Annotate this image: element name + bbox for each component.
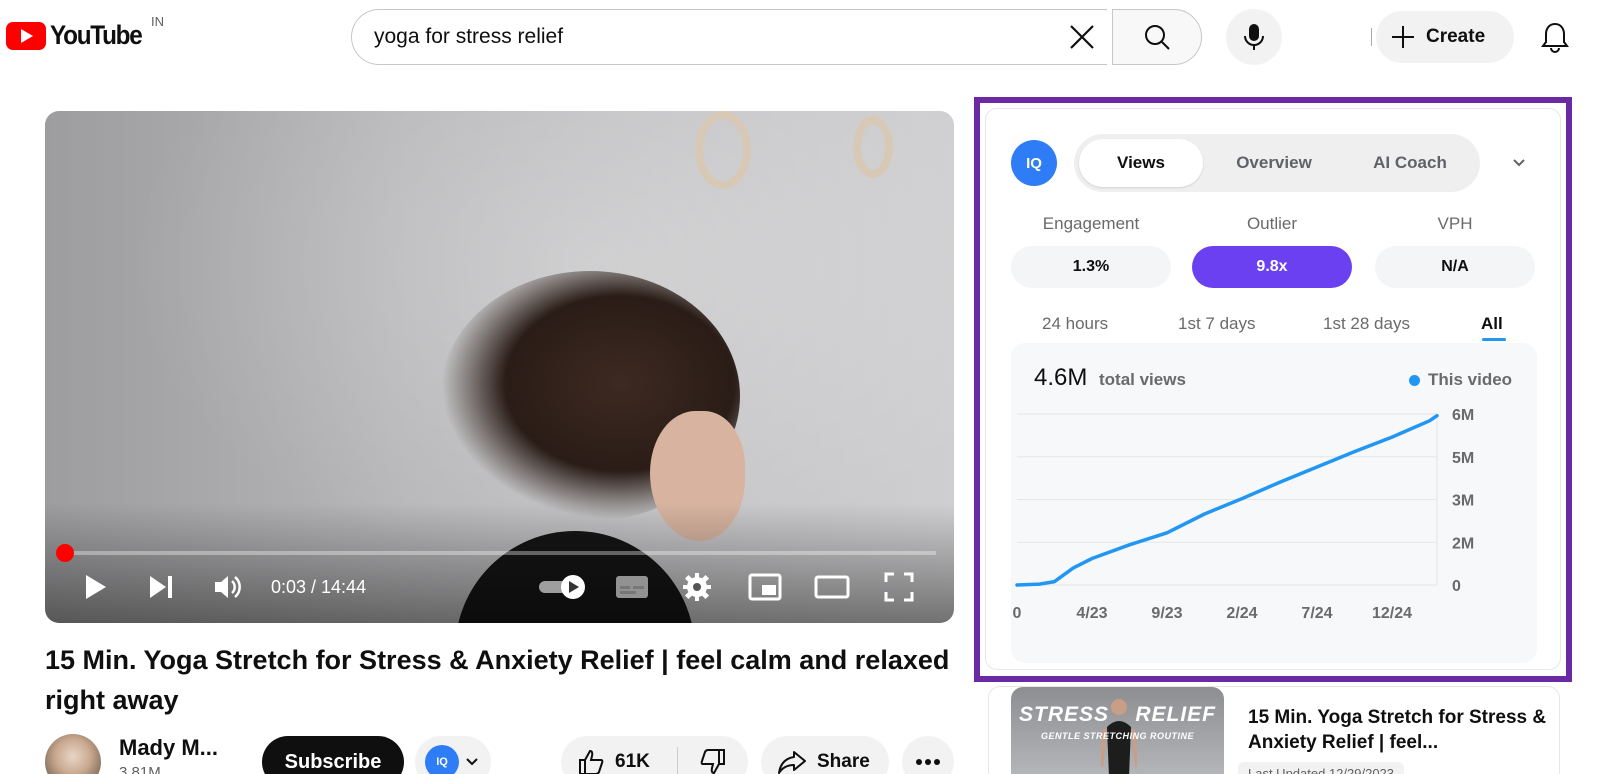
youtube-play-logo-icon <box>6 21 46 50</box>
create-label: Create <box>1426 26 1486 47</box>
metric-label-engagement: Engagement <box>1042 214 1140 233</box>
tab-overview[interactable]: Overview <box>1212 139 1336 187</box>
play-icon <box>86 575 106 599</box>
subtitles-icon <box>616 576 648 598</box>
iq-logo-icon: IQ <box>425 745 459 774</box>
time-display: 0:03 / 14:44 <box>271 577 367 597</box>
volume-button[interactable] <box>207 566 251 608</box>
thumbnail-word-right: RELIEF <box>1135 703 1216 726</box>
logo-text: YouTube <box>50 20 143 50</box>
gym-ring-left <box>695 111 751 189</box>
autoplay-toggle-icon <box>539 575 585 599</box>
volume-icon <box>215 576 241 598</box>
iq-logo-icon: IQ <box>1011 140 1057 186</box>
settings-button[interactable] <box>675 566 719 608</box>
iq-extension-button[interactable]: IQ <box>415 736 491 774</box>
range-tab-active-indicator <box>1482 338 1506 341</box>
related-video-title[interactable]: 15 Min. Yoga Stretch for Stress & Anxiet… <box>1248 705 1548 755</box>
metric-value-outlier[interactable]: 9.8x <box>1192 246 1352 288</box>
like-dislike-group: 61K <box>561 736 748 774</box>
youtube-logo[interactable]: YouTube IN <box>6 14 164 51</box>
gym-ring-right <box>853 116 893 178</box>
theater-mode-icon <box>814 575 850 599</box>
create-button[interactable]: Create <box>1376 11 1514 63</box>
search-input-value: yoga for stress relief <box>374 25 564 48</box>
metric-value-engagement[interactable]: 1.3% <box>1011 246 1171 288</box>
gear-icon <box>683 573 711 601</box>
header-divider <box>1371 28 1372 46</box>
channel-name[interactable]: Mady M... <box>119 735 218 761</box>
skip-next-icon <box>150 576 172 598</box>
country-code: IN <box>151 14 164 29</box>
metric-value-vph[interactable]: N/A <box>1375 246 1535 288</box>
views-line-chart[interactable]: 0 2M 3M 5M 6M 0 4/23 9/23 2/24 7/24 12/24 <box>1011 343 1537 663</box>
share-button[interactable]: Share <box>761 736 889 774</box>
video-title: 15 Min. Yoga Stretch for Stress & Anxiet… <box>45 645 950 715</box>
x-tick-label: 4/23 <box>1076 605 1107 622</box>
channel-avatar[interactable] <box>45 734 101 774</box>
y-tick-label: 3M <box>1452 493 1474 510</box>
range-tab-24-hours[interactable]: 24 hours <box>1042 314 1108 334</box>
dislike-button[interactable] <box>678 736 748 774</box>
metric-label-vph: VPH <box>1437 214 1473 233</box>
channel-subscriber-count: 3.81M <box>119 764 161 774</box>
youtube-watch-page: YouTube IN yoga for stress relief Create <box>0 0 1600 774</box>
thumbnail-subtitle: GENTLE STRETCHING ROUTINE <box>1040 731 1194 741</box>
tab-ai-coach[interactable]: AI Coach <box>1348 139 1472 187</box>
miniplayer-button[interactable] <box>743 566 787 608</box>
fullscreen-icon <box>884 572 914 602</box>
share-icon <box>778 751 806 774</box>
thumbnail-title: STRESS RELIEF <box>1011 703 1224 727</box>
plus-icon <box>1392 26 1414 48</box>
metric-label-outlier: Outlier <box>1246 214 1298 233</box>
like-count: 61K <box>615 751 650 772</box>
like-button[interactable]: 61K <box>561 736 677 774</box>
y-tick-label: 5M <box>1452 450 1474 467</box>
play-button[interactable] <box>75 566 115 608</box>
thumbnail-word-left: STRESS <box>1019 703 1110 726</box>
y-tick-label: 6M <box>1452 407 1474 424</box>
subtitles-button[interactable] <box>610 566 654 608</box>
thumbs-up-icon <box>579 749 604 774</box>
related-video-thumbnail[interactable]: STRESS RELIEF GENTLE STRETCHING ROUTINE <box>1011 687 1224 774</box>
video-player[interactable]: 0:03 / 14:44 <box>45 111 954 623</box>
x-tick-label: 0 <box>1013 605 1022 622</box>
tab-views[interactable]: Views <box>1079 139 1203 187</box>
subscribe-button[interactable]: Subscribe <box>262 736 404 774</box>
more-actions-button[interactable] <box>902 736 954 774</box>
theater-mode-button[interactable] <box>810 566 854 608</box>
voice-search-button[interactable] <box>1226 9 1282 65</box>
y-tick-label: 2M <box>1452 535 1474 552</box>
series-line-this-video <box>1015 413 1439 587</box>
search-icon <box>1145 25 1170 50</box>
autoplay-toggle[interactable] <box>535 566 591 608</box>
range-tab-first-28-days[interactable]: 1st 28 days <box>1323 314 1410 334</box>
x-tick-label: 12/24 <box>1372 605 1412 622</box>
panel-tabbar: Views Overview AI Coach <box>1074 134 1480 192</box>
related-video-updated-badge: Last Updated 12/29/2023 <box>1238 762 1405 774</box>
range-tab-first-7-days[interactable]: 1st 7 days <box>1178 314 1256 334</box>
progress-bar[interactable] <box>64 551 936 555</box>
miniplayer-icon <box>748 573 782 601</box>
chevron-down-icon <box>466 758 478 766</box>
thumbs-down-icon <box>700 749 725 774</box>
microphone-icon <box>1244 24 1264 50</box>
next-button[interactable] <box>141 566 181 608</box>
progress-scrubber[interactable] <box>56 544 74 562</box>
more-horizontal-icon <box>916 759 940 765</box>
search-button[interactable] <box>1112 9 1202 65</box>
search-input[interactable]: yoga for stress relief <box>351 9 1107 65</box>
clear-search-icon[interactable] <box>1065 20 1099 54</box>
x-tick-label: 2/24 <box>1226 605 1257 622</box>
x-tick-label: 7/24 <box>1301 605 1332 622</box>
panel-collapse-chevron-icon[interactable] <box>1507 150 1531 174</box>
notifications-bell-icon[interactable] <box>1538 20 1572 54</box>
share-label: Share <box>817 751 870 772</box>
range-tab-all[interactable]: All <box>1481 314 1503 334</box>
fullscreen-button[interactable] <box>877 566 921 608</box>
x-tick-label: 9/23 <box>1151 605 1182 622</box>
y-tick-label: 0 <box>1452 578 1461 595</box>
